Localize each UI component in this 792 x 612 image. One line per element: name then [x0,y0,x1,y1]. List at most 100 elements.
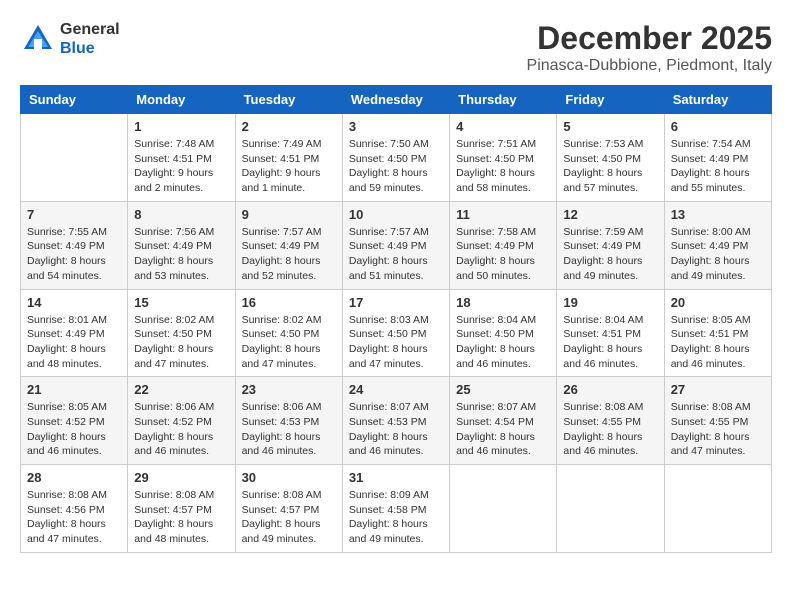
sunrise-text: Sunrise: 7:57 AM [349,226,429,238]
sunrise-text: Sunrise: 8:04 AM [563,314,643,326]
calendar-cell: 20 Sunrise: 8:05 AM Sunset: 4:51 PM Dayl… [664,289,771,377]
sunset-text: Sunset: 4:50 PM [134,328,212,340]
day-info: Sunrise: 7:48 AM Sunset: 4:51 PM Dayligh… [134,137,228,196]
day-number: 28 [27,470,121,485]
logo: General Blue [20,20,120,58]
day-info: Sunrise: 8:07 AM Sunset: 4:53 PM Dayligh… [349,400,443,459]
daylight-text: Daylight: 8 hours and 46 minutes. [563,343,642,370]
day-number: 7 [27,207,121,222]
daylight-text: Daylight: 8 hours and 47 minutes. [242,343,321,370]
day-number: 15 [134,295,228,310]
day-number: 13 [671,207,765,222]
sunrise-text: Sunrise: 8:07 AM [349,401,429,413]
sunrise-text: Sunrise: 7:53 AM [563,138,643,150]
day-number: 30 [242,470,336,485]
day-info: Sunrise: 7:51 AM Sunset: 4:50 PM Dayligh… [456,137,550,196]
sunrise-text: Sunrise: 8:08 AM [671,401,751,413]
day-info: Sunrise: 8:06 AM Sunset: 4:52 PM Dayligh… [134,400,228,459]
day-number: 25 [456,382,550,397]
day-info: Sunrise: 7:49 AM Sunset: 4:51 PM Dayligh… [242,137,336,196]
sunset-text: Sunset: 4:50 PM [456,328,534,340]
day-info: Sunrise: 8:02 AM Sunset: 4:50 PM Dayligh… [242,313,336,372]
daylight-text: Daylight: 8 hours and 51 minutes. [349,255,428,282]
calendar-cell: 19 Sunrise: 8:04 AM Sunset: 4:51 PM Dayl… [557,289,664,377]
calendar-table: SundayMondayTuesdayWednesdayThursdayFrid… [20,85,772,553]
sunset-text: Sunset: 4:52 PM [134,416,212,428]
day-number: 24 [349,382,443,397]
daylight-text: Daylight: 8 hours and 46 minutes. [456,431,535,458]
daylight-text: Daylight: 8 hours and 49 minutes. [563,255,642,282]
calendar-cell: 17 Sunrise: 8:03 AM Sunset: 4:50 PM Dayl… [342,289,449,377]
calendar-cell: 21 Sunrise: 8:05 AM Sunset: 4:52 PM Dayl… [21,377,128,465]
calendar-week-row: 1 Sunrise: 7:48 AM Sunset: 4:51 PM Dayli… [21,114,772,202]
daylight-text: Daylight: 8 hours and 47 minutes. [671,431,750,458]
day-number: 22 [134,382,228,397]
calendar-cell: 28 Sunrise: 8:08 AM Sunset: 4:56 PM Dayl… [21,465,128,553]
calendar-header-monday: Monday [128,86,235,114]
sunset-text: Sunset: 4:50 PM [456,153,534,165]
day-number: 16 [242,295,336,310]
sunset-text: Sunset: 4:57 PM [134,504,212,516]
calendar-cell: 26 Sunrise: 8:08 AM Sunset: 4:55 PM Dayl… [557,377,664,465]
sunrise-text: Sunrise: 7:58 AM [456,226,536,238]
calendar-cell: 14 Sunrise: 8:01 AM Sunset: 4:49 PM Dayl… [21,289,128,377]
logo-general-text: General [60,20,120,39]
sunset-text: Sunset: 4:55 PM [563,416,641,428]
sunrise-text: Sunrise: 7:51 AM [456,138,536,150]
calendar-header-tuesday: Tuesday [235,86,342,114]
sunset-text: Sunset: 4:49 PM [134,240,212,252]
day-number: 14 [27,295,121,310]
sunset-text: Sunset: 4:49 PM [456,240,534,252]
day-info: Sunrise: 8:00 AM Sunset: 4:49 PM Dayligh… [671,225,765,284]
daylight-text: Daylight: 8 hours and 46 minutes. [242,431,321,458]
day-info: Sunrise: 8:08 AM Sunset: 4:55 PM Dayligh… [563,400,657,459]
calendar-cell: 13 Sunrise: 8:00 AM Sunset: 4:49 PM Dayl… [664,201,771,289]
day-info: Sunrise: 8:03 AM Sunset: 4:50 PM Dayligh… [349,313,443,372]
calendar-cell: 7 Sunrise: 7:55 AM Sunset: 4:49 PM Dayli… [21,201,128,289]
daylight-text: Daylight: 8 hours and 57 minutes. [563,167,642,194]
calendar-week-row: 7 Sunrise: 7:55 AM Sunset: 4:49 PM Dayli… [21,201,772,289]
daylight-text: Daylight: 8 hours and 46 minutes. [671,343,750,370]
sunset-text: Sunset: 4:51 PM [671,328,749,340]
sunrise-text: Sunrise: 8:02 AM [242,314,322,326]
logo-icon [20,21,56,57]
daylight-text: Daylight: 8 hours and 59 minutes. [349,167,428,194]
calendar-header-row: SundayMondayTuesdayWednesdayThursdayFrid… [21,86,772,114]
day-info: Sunrise: 7:57 AM Sunset: 4:49 PM Dayligh… [349,225,443,284]
calendar-header-sunday: Sunday [21,86,128,114]
sunset-text: Sunset: 4:49 PM [242,240,320,252]
sunrise-text: Sunrise: 8:02 AM [134,314,214,326]
day-number: 27 [671,382,765,397]
sunrise-text: Sunrise: 8:08 AM [563,401,643,413]
sunset-text: Sunset: 4:50 PM [349,153,427,165]
day-number: 26 [563,382,657,397]
day-info: Sunrise: 8:08 AM Sunset: 4:57 PM Dayligh… [242,488,336,547]
day-info: Sunrise: 8:07 AM Sunset: 4:54 PM Dayligh… [456,400,550,459]
daylight-text: Daylight: 8 hours and 46 minutes. [563,431,642,458]
day-info: Sunrise: 8:08 AM Sunset: 4:57 PM Dayligh… [134,488,228,547]
day-info: Sunrise: 7:50 AM Sunset: 4:50 PM Dayligh… [349,137,443,196]
day-info: Sunrise: 7:58 AM Sunset: 4:49 PM Dayligh… [456,225,550,284]
day-number: 23 [242,382,336,397]
day-number: 8 [134,207,228,222]
sunset-text: Sunset: 4:49 PM [671,240,749,252]
logo-blue-text: Blue [60,39,120,58]
day-info: Sunrise: 7:57 AM Sunset: 4:49 PM Dayligh… [242,225,336,284]
calendar-cell: 4 Sunrise: 7:51 AM Sunset: 4:50 PM Dayli… [450,114,557,202]
daylight-text: Daylight: 8 hours and 54 minutes. [27,255,106,282]
daylight-text: Daylight: 8 hours and 47 minutes. [134,343,213,370]
sunrise-text: Sunrise: 8:08 AM [242,489,322,501]
calendar-header-wednesday: Wednesday [342,86,449,114]
page-subtitle: Pinasca-Dubbione, Piedmont, Italy [527,57,772,75]
sunset-text: Sunset: 4:49 PM [563,240,641,252]
sunset-text: Sunset: 4:49 PM [27,240,105,252]
sunrise-text: Sunrise: 7:50 AM [349,138,429,150]
day-number: 6 [671,119,765,134]
day-number: 21 [27,382,121,397]
calendar-week-row: 14 Sunrise: 8:01 AM Sunset: 4:49 PM Dayl… [21,289,772,377]
day-number: 29 [134,470,228,485]
calendar-cell: 24 Sunrise: 8:07 AM Sunset: 4:53 PM Dayl… [342,377,449,465]
sunrise-text: Sunrise: 8:07 AM [456,401,536,413]
day-number: 4 [456,119,550,134]
day-info: Sunrise: 8:08 AM Sunset: 4:56 PM Dayligh… [27,488,121,547]
